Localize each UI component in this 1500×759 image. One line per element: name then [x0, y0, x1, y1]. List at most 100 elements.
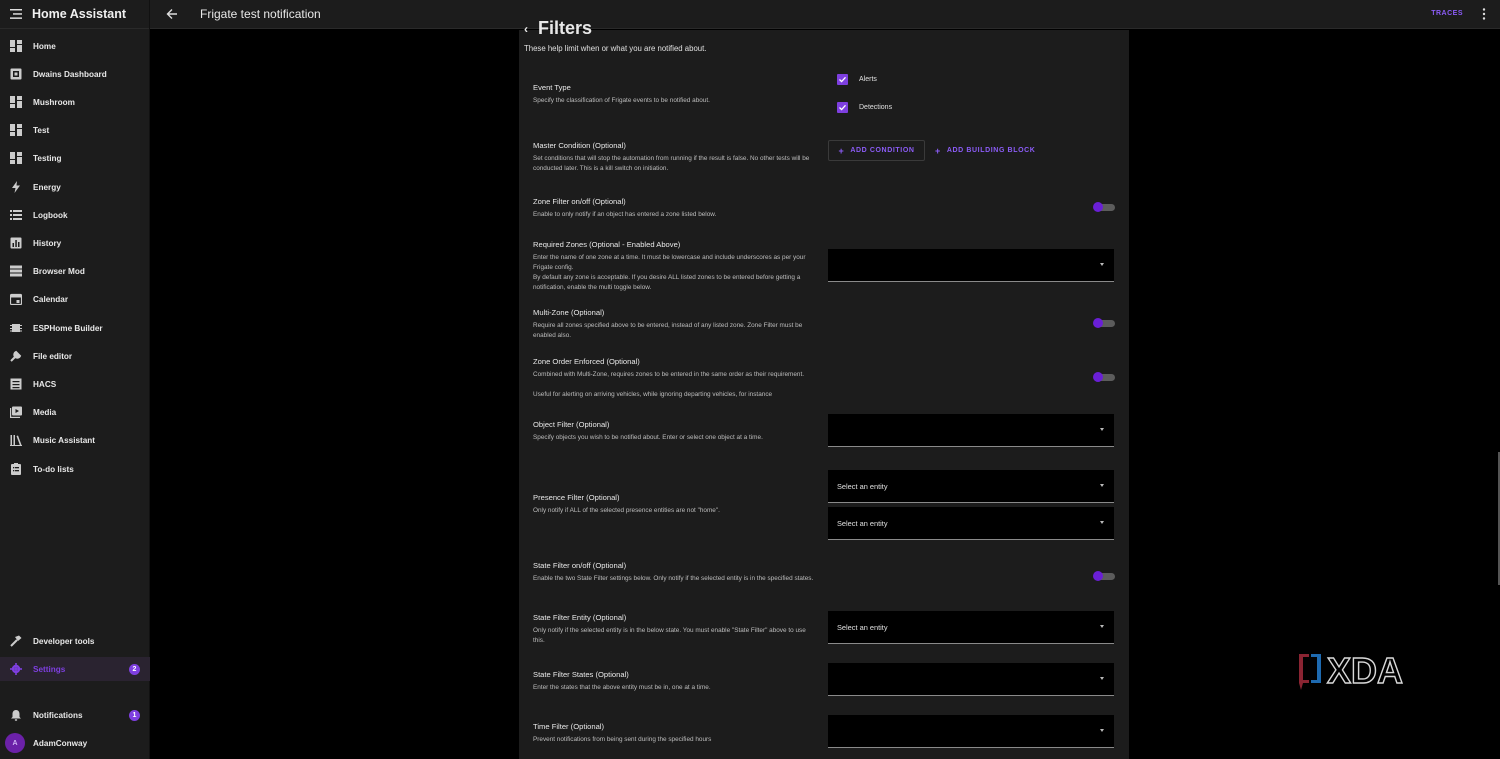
check-icon: [839, 76, 846, 83]
collapse-chevron-icon: ‹: [524, 22, 528, 37]
multi-zone-toggle[interactable]: [1093, 318, 1115, 328]
presence-entity-select-2[interactable]: Select an entity: [828, 507, 1114, 540]
state-entity-select[interactable]: Select an entity: [828, 611, 1114, 644]
dashboard-icon: [10, 96, 22, 108]
sidebar-item-notifications[interactable]: Notifications 1: [0, 703, 150, 727]
presence-entity-select-1[interactable]: Select an entity: [828, 470, 1114, 503]
more-vert-icon[interactable]: [1482, 8, 1486, 20]
required-zones-desc-2: By default any zone is acceptable. If yo…: [533, 274, 801, 291]
dropdown-arrow-icon: [1100, 484, 1104, 487]
state-states-select[interactable]: [828, 663, 1114, 696]
sidebar-item-label: Logbook: [33, 210, 68, 220]
sidebar-item-label: ESPHome Builder: [33, 323, 103, 333]
alerts-label: Alerts: [859, 76, 877, 83]
select-value: Select an entity: [837, 482, 888, 491]
state-entity-title: State Filter Entity (Optional): [533, 613, 627, 622]
zone-filter-title: Zone Filter on/off (Optional): [533, 197, 626, 206]
sidebar-item-label: Music Assistant: [33, 435, 96, 445]
filters-card: ‹ Filters These help limit when or what y…: [519, 18, 1129, 759]
add-condition-label: ADD CONDITION: [850, 147, 915, 154]
sidebar-item-label: Media: [33, 407, 57, 417]
time-filter-title: Time Filter (Optional): [533, 722, 605, 731]
sidebar-item-label: Dwains Dashboard: [33, 69, 107, 79]
sidebar-item-label: Testing: [33, 153, 62, 163]
sidebar-item-history[interactable]: History: [0, 231, 150, 255]
detections-checkbox[interactable]: [837, 102, 848, 113]
sidebar-item-test[interactable]: Test: [0, 118, 150, 142]
sidebar-item-esphome-builder[interactable]: ESPHome Builder: [0, 316, 150, 340]
plus-icon: +: [838, 145, 845, 156]
sidebar-item-browser-mod[interactable]: Browser Mod: [0, 259, 150, 283]
hammer-icon: [10, 635, 22, 647]
sidebar-item-testing[interactable]: Testing: [0, 146, 150, 170]
zone-order-title: Zone Order Enforced (Optional): [533, 357, 640, 366]
wrench-icon: [10, 350, 22, 362]
object-filter-select[interactable]: [828, 414, 1114, 447]
top-bar: Frigate test notification TRACES: [150, 0, 1500, 29]
sidebar-item-label: Mushroom: [33, 97, 75, 107]
state-entity-desc: Only notify if the selected entity is in…: [533, 627, 806, 644]
required-zones-select[interactable]: [828, 249, 1114, 282]
zone-order-toggle[interactable]: [1093, 372, 1115, 382]
notifications-badge: 1: [129, 709, 140, 721]
dropdown-arrow-icon: [1100, 428, 1104, 431]
sidebar-item-home[interactable]: Home: [0, 34, 150, 58]
dropdown-arrow-icon: [1100, 263, 1104, 266]
list-icon: [10, 209, 22, 221]
state-filter-toggle[interactable]: [1093, 571, 1115, 581]
sidebar-item-media[interactable]: Media: [0, 400, 150, 424]
chart-box-icon: [10, 237, 22, 249]
sidebar-item-dwains-dashboard[interactable]: Dwains Dashboard: [0, 62, 150, 86]
back-arrow-icon[interactable]: [166, 8, 178, 20]
traces-button[interactable]: TRACES: [1431, 10, 1463, 17]
select-value: Select an entity: [837, 623, 888, 632]
sidebar-item-to-do-lists[interactable]: To-do lists: [0, 457, 150, 481]
zone-filter-desc: Enable to only notify if an object has e…: [533, 211, 717, 218]
sidebar-item-label: File editor: [33, 351, 73, 361]
chip-icon: [10, 322, 22, 334]
add-building-block-label: ADD BUILDING BLOCK: [946, 147, 1036, 154]
sidebar-item-label: Notifications: [33, 710, 83, 720]
sidebar-item-mushroom[interactable]: Mushroom: [0, 90, 150, 114]
detections-label: Detections: [859, 104, 893, 111]
add-condition-button[interactable]: + ADD CONDITION: [828, 140, 925, 161]
select-value: Select an entity: [837, 519, 888, 528]
check-icon: [839, 104, 846, 111]
alerts-checkbox[interactable]: [837, 74, 848, 85]
event-type-desc: Specify the classification of Frigate ev…: [533, 97, 710, 104]
section-title[interactable]: ‹ Filters: [524, 18, 592, 39]
menu-icon[interactable]: [10, 9, 22, 19]
watermark-text: XDA: [1327, 650, 1403, 691]
presence-filter-desc: Only notify if ALL of the selected prese…: [533, 507, 720, 514]
sidebar-item-label: Browser Mod: [33, 266, 85, 276]
add-building-block-button[interactable]: + ADD BUILDING BLOCK: [935, 140, 1035, 161]
object-filter-title: Object Filter (Optional): [533, 420, 610, 429]
hacs-icon: [10, 378, 22, 390]
state-states-desc: Enter the states that the above entity m…: [533, 684, 711, 691]
avatar: A: [5, 733, 25, 753]
sidebar-item-energy[interactable]: Energy: [0, 175, 150, 199]
time-filter-desc: Prevent notifications from being sent du…: [533, 736, 712, 743]
sidebar-item-label: History: [33, 238, 62, 248]
sidebar-item-hacs[interactable]: HACS: [0, 372, 150, 396]
bell-icon: [10, 709, 22, 721]
plus-icon: +: [935, 145, 941, 156]
state-states-title: State Filter States (Optional): [533, 670, 629, 679]
sidebar-item-file-editor[interactable]: File editor: [0, 344, 150, 368]
sidebar-item-calendar[interactable]: Calendar: [0, 287, 150, 311]
dropdown-arrow-icon: [1100, 521, 1104, 524]
object-filter-desc: Specify objects you wish to be notified …: [533, 434, 763, 441]
sidebar-item-label: Settings: [33, 664, 66, 674]
sidebar-item-settings[interactable]: Settings 2: [0, 657, 150, 681]
sidebar-item-logbook[interactable]: Logbook: [0, 203, 150, 227]
required-zones-title: Required Zones (Optional - Enabled Above…: [533, 240, 681, 249]
play-box-icon: [10, 406, 22, 418]
music-library-icon: [10, 434, 22, 446]
zone-filter-toggle[interactable]: [1093, 202, 1115, 212]
calendar-icon: [10, 293, 22, 305]
time-filter-select[interactable]: [828, 715, 1114, 748]
sidebar-item-user[interactable]: A AdamConway: [0, 731, 150, 755]
sidebar-item-developer-tools[interactable]: Developer tools: [0, 629, 150, 653]
sidebar-item-music-assistant[interactable]: Music Assistant: [0, 428, 150, 452]
sidebar-item-label: Calendar: [33, 294, 69, 304]
